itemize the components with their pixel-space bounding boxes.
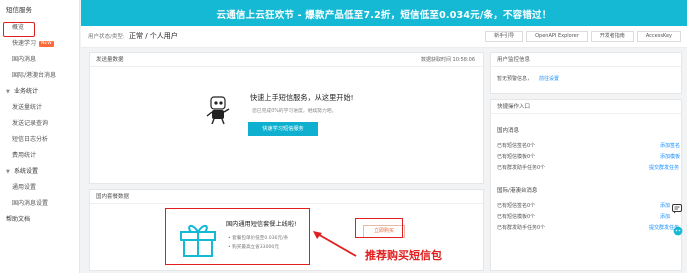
- sidebar-item-label: 国际/港澳台消息: [12, 72, 57, 79]
- monitor-settings-link[interactable]: 前往设置: [539, 75, 559, 82]
- assistant-icon[interactable]: [673, 226, 683, 236]
- monitor-panel: 用户监控信息 暂无预警信息， 前往设置: [490, 52, 682, 94]
- quick-start-progress: 您已完成0%的学习进度，继续努力吧。: [252, 109, 337, 114]
- package-bullet-price: • 套餐包单价低至0.036元/条: [228, 236, 289, 241]
- sidebar-item-label: 费用统计: [12, 152, 37, 159]
- domestic-heading: 国内消息: [497, 128, 520, 134]
- package-panel: 国内套餐数据 国内通用短信套餐上线啦! • 套餐包单价低至0.036元/条 • …: [89, 189, 484, 271]
- guide-button[interactable]: 新手引导: [485, 31, 524, 42]
- sidebar-item-general-settings[interactable]: 通用设置: [0, 180, 79, 196]
- data-fetch-time: 数据获取时间 10:58:06: [420, 57, 475, 63]
- monitor-message: 暂无预警信息，: [497, 76, 533, 82]
- sidebar-item-quick-learn[interactable]: 快速学习 NEW: [0, 36, 79, 52]
- robot-icon: [206, 96, 230, 125]
- highlight-overview-box: [3, 22, 35, 37]
- quick-start-title: 快速上手短信服务，从这里开始!: [250, 93, 354, 102]
- template-count: 已有短信模板0个: [497, 154, 536, 160]
- sidebar-item-label: 国内消息设置: [12, 200, 49, 207]
- sidebar-item-send-volume[interactable]: 发送量统计: [0, 100, 79, 116]
- new-badge: NEW: [39, 41, 54, 47]
- intl-heading: 国际/港澳台消息: [497, 188, 538, 194]
- sidebar-item-label: 发送量统计: [12, 104, 43, 111]
- sidebar-title: 短信服务: [6, 6, 32, 14]
- intl-bulk-task-count: 已有群发助手任务0个: [497, 225, 546, 231]
- promo-banner[interactable]: 云通信上云狂欢节 - 爆款产品低至7.2折，短信低至0.034元/条，不容错过！: [81, 0, 687, 26]
- intl-template-count: 已有短信模板0个: [497, 214, 536, 220]
- signature-count: 已有短信签名0个: [497, 143, 536, 149]
- sidebar-item-label: 帮助文档: [6, 216, 31, 223]
- sidebar-item-label: 业务统计: [14, 88, 39, 95]
- dev-guide-button[interactable]: 开发者指南: [590, 31, 634, 42]
- quick-learn-button[interactable]: 快速学习短信服务: [248, 122, 318, 136]
- sidebar-item-label: 快速学习: [12, 40, 37, 47]
- sidebar-item-label: 通用设置: [12, 184, 37, 191]
- intl-signature-count: 已有短信签名0个: [497, 203, 536, 209]
- openapi-button[interactable]: OpenAPI Explorer: [526, 31, 588, 42]
- sidebar-item-cost-stats[interactable]: 费用统计: [0, 148, 79, 164]
- sidebar-item-domestic[interactable]: 国内消息: [0, 52, 79, 68]
- panel-title: 用户监控信息: [491, 53, 681, 67]
- quick-actions-panel: 快捷操作入口 国内消息 已有短信签名0个 添加签名 已有短信模板0个 添加模板 …: [490, 99, 682, 271]
- highlight-buy-box: [355, 218, 403, 238]
- status-value: 正常 / 个人用户: [129, 32, 178, 40]
- gift-icon: [180, 225, 216, 257]
- chevron-down-icon: ▼: [6, 89, 10, 95]
- sidebar-group-stats[interactable]: ▼ 业务统计: [0, 84, 79, 100]
- submit-bulk-task-link[interactable]: 提交群发任务: [649, 164, 679, 171]
- bulk-task-count: 已有群发助手任务0个: [497, 165, 546, 171]
- add-signature-link[interactable]: 添加签名: [660, 142, 680, 149]
- sidebar-item-label: 短信日志分析: [12, 136, 49, 143]
- package-bullet-saving: • 购买最高立省33000元: [228, 245, 279, 250]
- sidebar-item-domestic-settings[interactable]: 国内消息设置: [0, 196, 79, 212]
- sidebar: 短信服务 概览 快速学习 NEW 国内消息 国际/港澳台消息 ▼ 业务统计 发送量统…: [0, 0, 80, 273]
- chat-icon[interactable]: [672, 204, 682, 214]
- send-volume-panel: 发送量数据 数据获取时间 10:58:06 快速上手短信服务，从这里开始! 您已…: [89, 52, 484, 184]
- sidebar-item-label: 国内消息: [12, 56, 37, 63]
- intl-add-template-link[interactable]: 添加: [660, 213, 670, 220]
- package-title: 国内通用短信套餐上线啦!: [226, 221, 297, 228]
- annotation-arrow-icon: [313, 231, 357, 257]
- sidebar-item-help-docs[interactable]: 帮助文档: [0, 212, 79, 228]
- header-links: 新手引导 OpenAPI Explorer 开发者指南 AccessKey: [485, 31, 681, 42]
- banner-text: 云通信上云狂欢节 - 爆款产品低至7.2折，短信低至0.034元/条，不容错过！: [216, 10, 552, 21]
- sidebar-item-label: 系统设置: [14, 168, 39, 175]
- add-template-link[interactable]: 添加模板: [660, 153, 680, 160]
- sidebar-item-intl[interactable]: 国际/港澳台消息: [0, 68, 79, 84]
- sidebar-item-send-records[interactable]: 发送记录查询: [0, 116, 79, 132]
- status-label: 用户状态/类型:: [88, 34, 125, 40]
- accesskey-button[interactable]: AccessKey: [636, 31, 681, 42]
- sidebar-item-label: 发送记录查询: [12, 120, 49, 127]
- panel-title: 快捷操作入口: [491, 100, 681, 114]
- panel-title: 国内套餐数据: [90, 190, 483, 204]
- annotation-text: 推荐购买短信包: [365, 249, 442, 262]
- status-header: 用户状态/类型: 正常 / 个人用户 新手引导 OpenAPI Explorer…: [81, 26, 687, 48]
- sidebar-group-settings[interactable]: ▼ 系统设置: [0, 164, 79, 180]
- chevron-down-icon: ▼: [6, 169, 10, 175]
- sidebar-item-log-analysis[interactable]: 短信日志分析: [0, 132, 79, 148]
- intl-add-signature-link[interactable]: 添加: [660, 202, 670, 209]
- package-promo-box: 国内通用短信套餐上线啦! • 套餐包单价低至0.036元/条 • 购买最高立省3…: [165, 208, 310, 265]
